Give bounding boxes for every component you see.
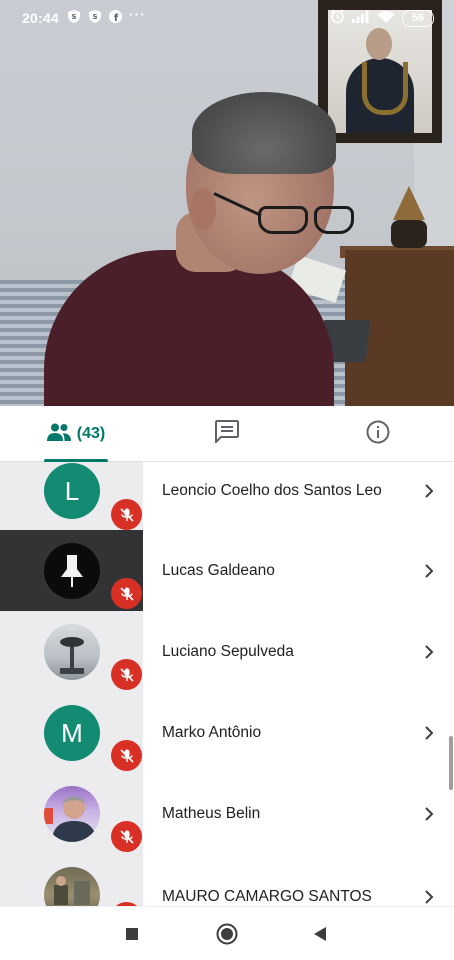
participant-body xyxy=(44,250,334,406)
participant-hair xyxy=(192,92,336,174)
mic-muted-icon xyxy=(111,659,142,690)
chevron-right-icon[interactable] xyxy=(420,888,438,906)
participant-row[interactable]: MAURO CAMARGO SANTOS xyxy=(0,854,454,906)
scrollbar[interactable] xyxy=(449,736,453,790)
info-icon xyxy=(366,420,390,449)
participant-row[interactable]: M Marko Antônio xyxy=(0,692,454,773)
mic-muted-icon xyxy=(111,578,142,609)
participant-count: (43) xyxy=(76,425,106,442)
tab-people[interactable]: (43) xyxy=(44,406,108,462)
facebook-icon: f xyxy=(109,10,122,23)
mic-muted-icon xyxy=(111,740,142,771)
avatar: M xyxy=(44,705,100,761)
participant-row[interactable]: Matheus Belin xyxy=(0,773,454,854)
participant-name: Lucas Galdeano xyxy=(162,562,275,579)
tab-info[interactable] xyxy=(358,406,398,462)
participant-name: Luciano Sepulveda xyxy=(162,643,294,660)
chevron-right-icon[interactable] xyxy=(420,805,438,823)
shield-icon: S xyxy=(67,10,80,23)
chevron-right-icon[interactable] xyxy=(420,643,438,661)
avatar xyxy=(44,786,100,842)
participant-name: MAURO CAMARGO SANTOS xyxy=(162,888,372,905)
video-feed[interactable] xyxy=(0,0,454,406)
chevron-right-icon[interactable] xyxy=(420,724,438,742)
chat-icon xyxy=(215,420,239,448)
recents-square-icon[interactable] xyxy=(118,920,146,948)
participant-row[interactable]: Luciano Sepulveda xyxy=(0,611,454,692)
glasses xyxy=(213,192,354,238)
participant-name: Matheus Belin xyxy=(162,805,261,822)
svg-text:f: f xyxy=(114,13,119,23)
trophy xyxy=(387,186,431,248)
chevron-right-icon[interactable] xyxy=(420,482,438,500)
avatar: L xyxy=(44,463,100,519)
svg-text:S: S xyxy=(92,13,97,21)
signal-icon xyxy=(352,10,370,26)
chevron-right-icon[interactable] xyxy=(420,562,438,580)
home-circle-icon[interactable] xyxy=(213,920,241,948)
back-triangle-icon[interactable] xyxy=(306,920,334,948)
mic-muted-icon xyxy=(111,499,142,530)
tab-bar: (43) xyxy=(0,406,454,462)
participant-ear xyxy=(190,188,216,230)
tab-chat[interactable] xyxy=(207,406,247,462)
participant-list[interactable]: L Leoncio Coelho dos Santos Leo Lucas Ga… xyxy=(0,462,454,906)
wifi-icon xyxy=(377,10,395,27)
participant-row[interactable]: Lucas Galdeano xyxy=(0,530,454,611)
shield-icon: S xyxy=(88,10,101,23)
svg-text:S: S xyxy=(71,13,76,21)
participant-name: Marko Antônio xyxy=(162,724,262,741)
avatar xyxy=(44,624,100,680)
system-nav-bar xyxy=(0,906,454,960)
people-icon xyxy=(46,423,71,446)
battery-icon: 56 xyxy=(402,9,434,27)
status-bar: 20:44 S S f ··· 56 xyxy=(0,0,454,36)
participant-name: Leoncio Coelho dos Santos Leo xyxy=(162,482,382,499)
status-time: 20:44 xyxy=(22,10,59,26)
avatar xyxy=(44,543,100,599)
alarm-icon xyxy=(330,9,345,27)
mic-muted-icon xyxy=(111,821,142,852)
more-notifications: ··· xyxy=(129,6,146,22)
